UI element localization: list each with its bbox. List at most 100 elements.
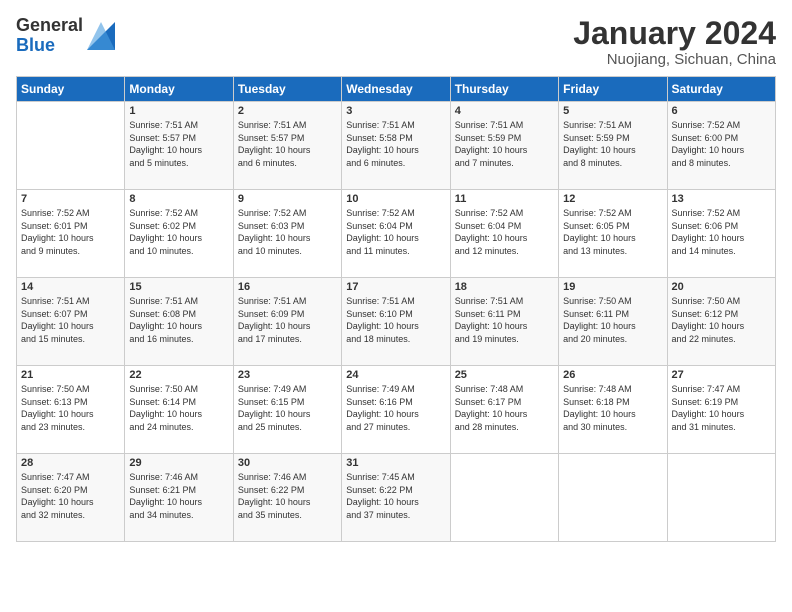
- day-number: 11: [455, 193, 554, 205]
- header-thursday: Thursday: [450, 77, 558, 102]
- day-number: 4: [455, 105, 554, 117]
- table-row: 4 Sunrise: 7:51 AM Sunset: 5:59 PM Daylig…: [450, 102, 558, 190]
- location: Nuojiang, Sichuan, China: [573, 51, 776, 68]
- day-info: Sunrise: 7:50 AM Sunset: 6:11 PM Dayligh…: [563, 295, 662, 345]
- day-number: 3: [346, 105, 445, 117]
- day-number: 18: [455, 281, 554, 293]
- header-tuesday: Tuesday: [233, 77, 341, 102]
- table-row: 22 Sunrise: 7:50 AM Sunset: 6:14 PM Dayli…: [125, 366, 233, 454]
- table-row: 17 Sunrise: 7:51 AM Sunset: 6:10 PM Dayli…: [342, 278, 450, 366]
- table-row: 31 Sunrise: 7:45 AM Sunset: 6:22 PM Dayli…: [342, 454, 450, 542]
- header-sunday: Sunday: [17, 77, 125, 102]
- table-row: 16 Sunrise: 7:51 AM Sunset: 6:09 PM Dayli…: [233, 278, 341, 366]
- day-info: Sunrise: 7:46 AM Sunset: 6:21 PM Dayligh…: [129, 471, 228, 521]
- day-info: Sunrise: 7:51 AM Sunset: 5:58 PM Dayligh…: [346, 119, 445, 169]
- day-number: 1: [129, 105, 228, 117]
- day-info: Sunrise: 7:51 AM Sunset: 5:57 PM Dayligh…: [129, 119, 228, 169]
- table-row: 20 Sunrise: 7:50 AM Sunset: 6:12 PM Dayli…: [667, 278, 775, 366]
- header: General Blue January 2024 Nuojiang, Sich…: [16, 16, 776, 68]
- day-info: Sunrise: 7:46 AM Sunset: 6:22 PM Dayligh…: [238, 471, 337, 521]
- day-info: Sunrise: 7:51 AM Sunset: 6:07 PM Dayligh…: [21, 295, 120, 345]
- day-info: Sunrise: 7:47 AM Sunset: 6:19 PM Dayligh…: [672, 383, 771, 433]
- table-row: 25 Sunrise: 7:48 AM Sunset: 6:17 PM Dayli…: [450, 366, 558, 454]
- logo-blue: Blue: [16, 36, 83, 56]
- table-row: 19 Sunrise: 7:50 AM Sunset: 6:11 PM Dayli…: [559, 278, 667, 366]
- day-info: Sunrise: 7:51 AM Sunset: 5:59 PM Dayligh…: [563, 119, 662, 169]
- day-number: 13: [672, 193, 771, 205]
- table-row: 11 Sunrise: 7:52 AM Sunset: 6:04 PM Dayli…: [450, 190, 558, 278]
- day-info: Sunrise: 7:52 AM Sunset: 6:01 PM Dayligh…: [21, 207, 120, 257]
- day-info: Sunrise: 7:52 AM Sunset: 6:02 PM Dayligh…: [129, 207, 228, 257]
- day-info: Sunrise: 7:51 AM Sunset: 6:09 PM Dayligh…: [238, 295, 337, 345]
- day-number: 9: [238, 193, 337, 205]
- table-row: 9Sunrise: 7:52 AM Sunset: 6:03 PM Daylig…: [233, 190, 341, 278]
- table-row: 23Sunrise: 7:49 AM Sunset: 6:15 PM Dayli…: [233, 366, 341, 454]
- month-title: January 2024: [573, 16, 776, 51]
- day-number: 30: [238, 457, 337, 469]
- day-info: Sunrise: 7:51 AM Sunset: 5:57 PM Dayligh…: [238, 119, 337, 169]
- table-row: 1 Sunrise: 7:51 AM Sunset: 5:57 PM Daylig…: [125, 102, 233, 190]
- day-info: Sunrise: 7:52 AM Sunset: 6:00 PM Dayligh…: [672, 119, 771, 169]
- day-info: Sunrise: 7:51 AM Sunset: 5:59 PM Dayligh…: [455, 119, 554, 169]
- day-number: 20: [672, 281, 771, 293]
- day-number: 17: [346, 281, 445, 293]
- calendar-page: General Blue January 2024 Nuojiang, Sich…: [0, 0, 792, 612]
- day-number: 12: [563, 193, 662, 205]
- header-friday: Friday: [559, 77, 667, 102]
- day-info: Sunrise: 7:52 AM Sunset: 6:05 PM Dayligh…: [563, 207, 662, 257]
- table-row: [17, 102, 125, 190]
- table-row: 26Sunrise: 7:48 AM Sunset: 6:18 PM Dayli…: [559, 366, 667, 454]
- day-number: 14: [21, 281, 120, 293]
- day-number: 21: [21, 369, 120, 381]
- day-info: Sunrise: 7:50 AM Sunset: 6:12 PM Dayligh…: [672, 295, 771, 345]
- title-section: January 2024 Nuojiang, Sichuan, China: [573, 16, 776, 68]
- table-row: 7 Sunrise: 7:52 AM Sunset: 6:01 PM Daylig…: [17, 190, 125, 278]
- day-number: 8: [129, 193, 228, 205]
- table-row: 15 Sunrise: 7:51 AM Sunset: 6:08 PM Dayli…: [125, 278, 233, 366]
- day-info: Sunrise: 7:47 AM Sunset: 6:20 PM Dayligh…: [21, 471, 120, 521]
- day-info: Sunrise: 7:48 AM Sunset: 6:17 PM Dayligh…: [455, 383, 554, 433]
- day-number: 15: [129, 281, 228, 293]
- table-row: 14 Sunrise: 7:51 AM Sunset: 6:07 PM Dayli…: [17, 278, 125, 366]
- day-number: 6: [672, 105, 771, 117]
- day-info: Sunrise: 7:52 AM Sunset: 6:06 PM Dayligh…: [672, 207, 771, 257]
- table-row: 27 Sunrise: 7:47 AM Sunset: 6:19 PM Dayli…: [667, 366, 775, 454]
- day-number: 31: [346, 457, 445, 469]
- day-number: 19: [563, 281, 662, 293]
- day-number: 27: [672, 369, 771, 381]
- table-row: 3 Sunrise: 7:51 AM Sunset: 5:58 PM Daylig…: [342, 102, 450, 190]
- day-info: Sunrise: 7:50 AM Sunset: 6:13 PM Dayligh…: [21, 383, 120, 433]
- day-number: 25: [455, 369, 554, 381]
- day-info: Sunrise: 7:51 AM Sunset: 6:08 PM Dayligh…: [129, 295, 228, 345]
- table-row: 24 Sunrise: 7:49 AM Sunset: 6:16 PM Dayli…: [342, 366, 450, 454]
- day-info: Sunrise: 7:52 AM Sunset: 6:04 PM Dayligh…: [346, 207, 445, 257]
- day-info: Sunrise: 7:51 AM Sunset: 6:11 PM Dayligh…: [455, 295, 554, 345]
- day-number: 5: [563, 105, 662, 117]
- table-row: [450, 454, 558, 542]
- day-info: Sunrise: 7:45 AM Sunset: 6:22 PM Dayligh…: [346, 471, 445, 521]
- logo: General Blue: [16, 16, 115, 56]
- day-number: 29: [129, 457, 228, 469]
- day-number: 22: [129, 369, 228, 381]
- table-row: [667, 454, 775, 542]
- table-row: 6 Sunrise: 7:52 AM Sunset: 6:00 PM Daylig…: [667, 102, 775, 190]
- day-number: 28: [21, 457, 120, 469]
- day-info: Sunrise: 7:51 AM Sunset: 6:10 PM Dayligh…: [346, 295, 445, 345]
- table-row: 30 Sunrise: 7:46 AM Sunset: 6:22 PM Dayli…: [233, 454, 341, 542]
- day-number: 26: [563, 369, 662, 381]
- day-number: 16: [238, 281, 337, 293]
- table-row: [559, 454, 667, 542]
- header-row: Sunday Monday Tuesday Wednesday Thursday…: [17, 77, 776, 102]
- day-info: Sunrise: 7:50 AM Sunset: 6:14 PM Dayligh…: [129, 383, 228, 433]
- day-info: Sunrise: 7:52 AM Sunset: 6:04 PM Dayligh…: [455, 207, 554, 257]
- day-info: Sunrise: 7:49 AM Sunset: 6:16 PM Dayligh…: [346, 383, 445, 433]
- day-number: 24: [346, 369, 445, 381]
- header-saturday: Saturday: [667, 77, 775, 102]
- table-row: 29 Sunrise: 7:46 AM Sunset: 6:21 PM Dayli…: [125, 454, 233, 542]
- day-number: 7: [21, 193, 120, 205]
- day-number: 10: [346, 193, 445, 205]
- table-row: 10 Sunrise: 7:52 AM Sunset: 6:04 PM Dayli…: [342, 190, 450, 278]
- day-number: 23: [238, 369, 337, 381]
- calendar-table: Sunday Monday Tuesday Wednesday Thursday…: [16, 76, 776, 542]
- logo-text: General Blue: [16, 16, 83, 56]
